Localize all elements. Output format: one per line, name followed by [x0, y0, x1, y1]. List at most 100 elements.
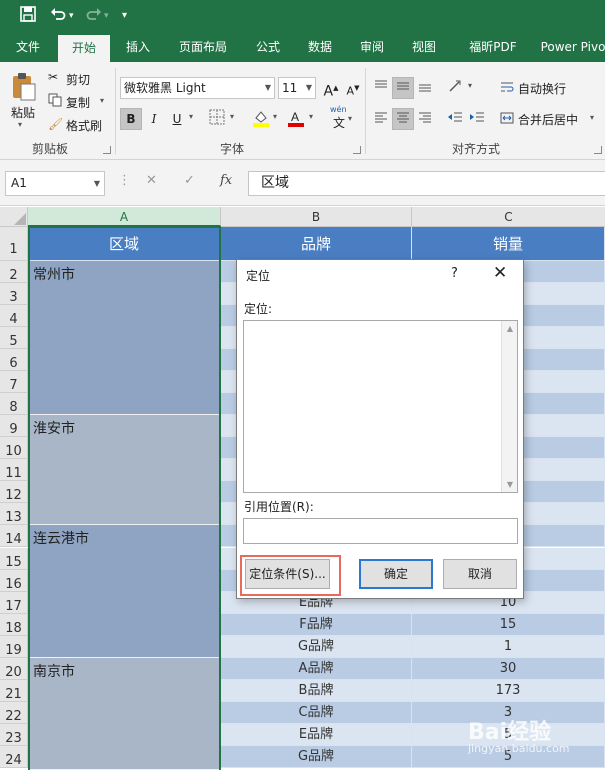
redo-dropdown-icon[interactable]: ▾ — [104, 6, 109, 26]
cut-button[interactable]: 剪切 — [66, 71, 90, 88]
underline-dropdown-icon[interactable]: ▾ — [189, 112, 193, 121]
brand-cell[interactable]: C品牌 — [221, 702, 412, 724]
font-launcher-icon[interactable] — [353, 146, 361, 154]
row-header[interactable]: 21 — [0, 680, 28, 702]
brand-cell[interactable]: B品牌 — [221, 680, 412, 702]
row-header[interactable]: 3 — [0, 283, 28, 305]
undo-icon[interactable] — [50, 6, 66, 27]
grow-font-button[interactable]: A▲ — [320, 77, 342, 100]
tab-foxit-pdf[interactable]: 福昕PDF — [460, 32, 526, 62]
decrease-indent-icon[interactable] — [444, 108, 466, 130]
row-header[interactable]: 24 — [0, 746, 28, 768]
shrink-font-button[interactable]: A▼ — [342, 77, 364, 99]
row-header[interactable]: 9 — [0, 415, 28, 437]
row-header[interactable]: 8 — [0, 393, 28, 415]
tab-page-layout[interactable]: 页面布局 — [170, 32, 236, 62]
copy-button[interactable]: 复制 — [66, 94, 90, 111]
row-header[interactable]: 20 — [0, 658, 28, 680]
row-header[interactable]: 19 — [0, 636, 28, 658]
customize-toolbar-icon[interactable]: ▾ — [122, 6, 127, 26]
font-color-button[interactable]: A — [285, 108, 307, 130]
orientation-icon[interactable] — [444, 77, 466, 99]
sales-cell[interactable]: 30 — [412, 658, 605, 680]
column-header-b[interactable]: B — [221, 207, 412, 227]
borders-button[interactable] — [206, 108, 228, 130]
orientation-dropdown-icon[interactable]: ▾ — [468, 81, 472, 90]
insert-function-icon[interactable]: fx — [220, 173, 232, 188]
align-left-icon[interactable] — [370, 108, 392, 130]
column-header-c[interactable]: C — [412, 207, 605, 227]
alignment-launcher-icon[interactable] — [594, 146, 602, 154]
copy-dropdown-icon[interactable]: ▾ — [100, 96, 104, 105]
formula-input[interactable]: 区域 — [248, 171, 605, 196]
phonetic-dropdown-icon[interactable]: ▾ — [348, 114, 352, 123]
phonetic-button[interactable]: 文 — [333, 114, 345, 131]
enter-icon[interactable]: ✓ — [184, 173, 195, 188]
scroll-up-icon[interactable]: ▲ — [502, 324, 518, 333]
sales-cell[interactable]: 15 — [412, 614, 605, 636]
row-header[interactable]: 6 — [0, 349, 28, 371]
row-header[interactable]: 12 — [0, 481, 28, 503]
redo-icon[interactable] — [86, 6, 102, 27]
tab-review[interactable]: 审阅 — [352, 32, 392, 62]
select-all-corner[interactable] — [0, 207, 28, 227]
align-middle-icon[interactable] — [392, 77, 414, 99]
tab-data[interactable]: 数据 — [300, 32, 340, 62]
increase-indent-icon[interactable] — [466, 108, 488, 130]
row-header[interactable]: 15 — [0, 548, 28, 570]
name-box[interactable]: A1 ▼ — [5, 171, 105, 196]
tab-file[interactable]: 文件 — [10, 32, 46, 62]
ok-button[interactable]: 确定 — [359, 559, 433, 589]
row-header[interactable]: 1 — [0, 227, 28, 261]
save-icon[interactable] — [20, 6, 36, 27]
merge-center-button[interactable]: 合并后居中 — [518, 111, 578, 128]
sales-cell[interactable]: 1 — [412, 636, 605, 658]
align-top-icon[interactable] — [370, 77, 392, 99]
cancel-button[interactable]: 取消 — [443, 559, 517, 589]
cancel-icon[interactable]: ✕ — [146, 173, 157, 188]
brand-cell[interactable]: A品牌 — [221, 658, 412, 680]
tab-home[interactable]: 开始 — [58, 35, 110, 62]
font-size-select[interactable]: 11 ▼ — [278, 77, 316, 99]
brand-cell[interactable]: F品牌 — [221, 614, 412, 636]
clipboard-launcher-icon[interactable] — [103, 146, 111, 154]
underline-button[interactable]: U — [166, 108, 188, 130]
align-bottom-icon[interactable] — [414, 77, 436, 99]
row-header[interactable]: 16 — [0, 570, 28, 592]
paste-dropdown-icon[interactable]: ▾ — [18, 120, 22, 129]
header-cell-c[interactable]: 销量 — [412, 227, 605, 261]
brand-cell[interactable]: E品牌 — [221, 724, 412, 746]
row-header[interactable]: 10 — [0, 437, 28, 459]
brand-cell[interactable]: G品牌 — [221, 636, 412, 658]
fill-color-button[interactable] — [250, 108, 272, 130]
header-cell-b[interactable]: 品牌 — [221, 227, 412, 261]
tab-formulas[interactable]: 公式 — [248, 32, 288, 62]
region-cell[interactable]: 南京市 — [29, 658, 219, 770]
row-header[interactable]: 13 — [0, 503, 28, 525]
fill-color-dropdown-icon[interactable]: ▾ — [273, 112, 277, 121]
align-right-icon[interactable] — [414, 108, 436, 130]
close-icon[interactable]: ✕ — [493, 263, 507, 283]
goto-list[interactable]: ▲ ▼ — [243, 320, 518, 493]
bold-button[interactable]: B — [120, 108, 142, 130]
list-scrollbar[interactable]: ▲ ▼ — [501, 321, 517, 492]
scroll-down-icon[interactable]: ▼ — [502, 480, 518, 489]
borders-dropdown-icon[interactable]: ▾ — [230, 112, 234, 121]
sales-cell[interactable]: 173 — [412, 680, 605, 702]
tab-view[interactable]: 视图 — [404, 32, 444, 62]
wrap-text-button[interactable]: 自动换行 — [518, 80, 566, 97]
align-center-icon[interactable] — [392, 108, 414, 130]
row-header[interactable]: 17 — [0, 592, 28, 614]
header-cell-a[interactable]: 区域 — [28, 227, 221, 261]
row-header[interactable]: 14 — [0, 525, 28, 547]
font-name-select[interactable]: 微软雅黑 Light ▼ — [120, 77, 275, 99]
undo-dropdown-icon[interactable]: ▾ — [69, 6, 74, 26]
row-header[interactable]: 7 — [0, 371, 28, 393]
region-cell[interactable]: 连云港市 — [29, 525, 219, 658]
row-header[interactable]: 5 — [0, 327, 28, 349]
paste-icon[interactable] — [10, 72, 38, 105]
tab-insert[interactable]: 插入 — [118, 32, 158, 62]
region-cell[interactable]: 淮安市 — [29, 415, 219, 525]
tab-power-pivot[interactable]: Power Pivo — [538, 32, 605, 62]
goto-special-button[interactable]: 定位条件(S)... — [245, 559, 330, 589]
